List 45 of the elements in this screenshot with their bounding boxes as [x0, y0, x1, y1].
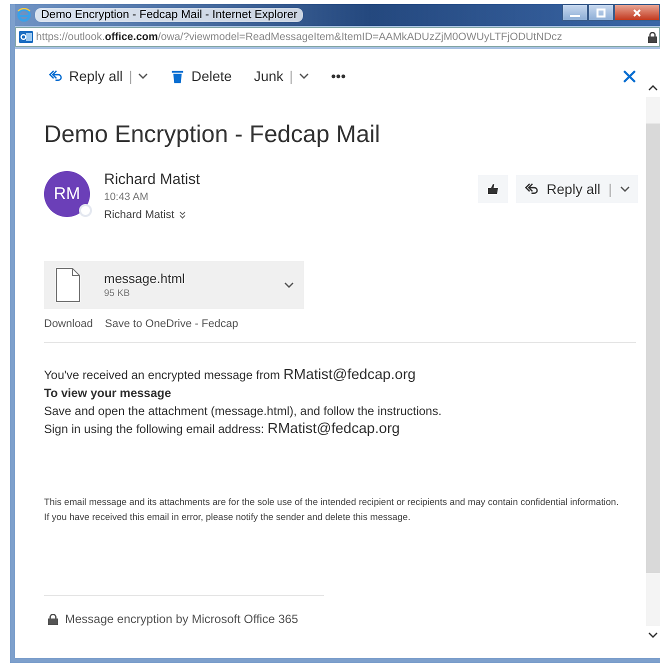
maximize-icon [596, 8, 606, 18]
message-subject: Demo Encryption - Fedcap Mail [44, 121, 382, 149]
close-icon[interactable] [623, 70, 636, 82]
attachment-link[interactable]: Download [44, 318, 93, 330]
reply-all-icon [524, 182, 539, 196]
disclaimer-text: This email message and its attachments are for the sole use of the intended recipient or recipients and may contain confidential information. If you have received this email in error, please notify the sender and delete this message. [44, 496, 620, 524]
message-line: To view your message [44, 385, 172, 401]
attachment-card[interactable]: message.html 95 KB [44, 261, 304, 309]
message-line: Save and open the attachment (message.html), and follow the instructions. [44, 403, 443, 419]
reply-all-icon [48, 68, 63, 84]
file-icon [56, 268, 80, 302]
attachment-size: 95 KB [104, 288, 131, 299]
scrollbar[interactable] [646, 97, 660, 626]
message-line: You've received an encrypted message from RMatist@fedcap.org [44, 367, 417, 383]
attachment-link[interactable]: Save to OneDrive - Fedcap [104, 318, 238, 330]
minimize-icon [570, 14, 580, 16]
like-button[interactable] [478, 175, 508, 203]
delete-button[interactable]: Delete [170, 68, 232, 84]
message-time: 10:43 AM [104, 191, 150, 203]
lock-icon [648, 32, 657, 42]
chevron-icon [284, 282, 294, 288]
toolbar-button[interactable]: Junk | [254, 68, 310, 84]
scroll-down-icon[interactable] [648, 632, 658, 638]
reply-all-button[interactable]: Reply all | [516, 175, 638, 203]
toolbar-button[interactable]: ••• [331, 68, 346, 84]
window-title: Demo Encryption - Fedcap Mail - Internet Explorer [35, 8, 304, 22]
thumbs-up-icon [486, 183, 499, 195]
lock-icon [48, 614, 58, 624]
maximize-button[interactable] [588, 4, 614, 21]
minimize-button[interactable] [562, 4, 588, 21]
expand-icon[interactable] [179, 211, 186, 219]
sender-name: Richard Matist [104, 171, 200, 188]
close-icon [632, 8, 642, 18]
outlook-icon [19, 30, 33, 44]
sender-avatar: RM [44, 171, 90, 217]
trash-icon [170, 68, 186, 84]
caret-icon [620, 186, 630, 192]
scroll-up-icon[interactable] [648, 85, 658, 91]
close-button[interactable] [614, 4, 660, 21]
encryption-notice: Message encryption by Microsoft Office 365 [65, 612, 298, 626]
recipient-name: Richard Matist [104, 209, 174, 221]
reply-all-button[interactable]: Reply all | [48, 68, 148, 84]
message-line: Sign in using the following email address: RMatist@fedcap.org [44, 421, 401, 437]
browser-logo-icon [17, 8, 31, 22]
attachment-name: message.html [104, 271, 186, 286]
